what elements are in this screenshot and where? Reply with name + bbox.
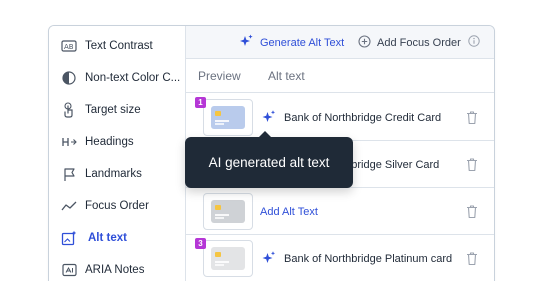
aria-note-icon bbox=[61, 262, 77, 278]
sidebar-item-landmarks[interactable]: Landmarks bbox=[49, 161, 186, 187]
sidebar-item-focus-order[interactable]: Focus Order bbox=[49, 193, 186, 219]
generate-alt-text-button[interactable]: Generate Alt Text bbox=[239, 26, 344, 59]
tab-alt-text[interactable]: Alt text bbox=[268, 59, 305, 93]
card-thumbnail[interactable] bbox=[203, 193, 253, 230]
heading-icon bbox=[61, 134, 77, 150]
color-contrast-icon bbox=[61, 70, 77, 86]
add-focus-order-label: Add Focus Order bbox=[377, 36, 461, 49]
touch-target-icon bbox=[61, 102, 77, 118]
alt-text-value[interactable]: Bank of Northbridge Credit Card bbox=[284, 94, 441, 141]
order-badge: 1 bbox=[195, 97, 206, 108]
sidebar-item-label: Headings bbox=[85, 136, 134, 148]
trash-icon[interactable] bbox=[465, 204, 479, 219]
sparkle-icon bbox=[239, 34, 254, 52]
trash-icon[interactable] bbox=[465, 251, 479, 266]
add-alt-text-link[interactable]: Add Alt Text bbox=[260, 188, 318, 235]
list-item: Add Alt Text bbox=[186, 188, 494, 235]
alt-text-value[interactable]: Bank of Northbridge Platinum card bbox=[284, 235, 452, 281]
sidebar-item-label: ARIA Notes bbox=[85, 264, 145, 276]
generate-alt-text-label: Generate Alt Text bbox=[260, 36, 345, 49]
sidebar-item-aria-notes[interactable]: ARIA Notes bbox=[49, 257, 186, 281]
sparkle-icon bbox=[261, 250, 277, 266]
sidebar-item-label: Non-text Color C... bbox=[85, 72, 181, 84]
sidebar-item-non-text-color-contrast[interactable]: Non-text Color C... bbox=[49, 65, 186, 91]
order-badge: 3 bbox=[195, 238, 206, 249]
sidebar-item-label: Text Contrast bbox=[85, 40, 153, 52]
list-item: 3 Bank of Northbridge Platinum card bbox=[186, 235, 494, 281]
sidebar-item-label: Focus Order bbox=[85, 200, 149, 212]
tab-preview[interactable]: Preview bbox=[198, 59, 241, 93]
toolbar: Generate Alt Text Add Focus Order bbox=[186, 26, 494, 59]
plus-circle-icon bbox=[358, 34, 371, 51]
sidebar-item-label: Target size bbox=[85, 104, 141, 116]
view-tabs: Preview Alt text bbox=[186, 59, 494, 93]
text-contrast-icon: AB bbox=[61, 38, 77, 54]
sidebar-item-label: Landmarks bbox=[85, 168, 142, 180]
card-thumbnail[interactable] bbox=[203, 99, 253, 136]
info-button[interactable] bbox=[468, 26, 480, 59]
add-focus-order-button[interactable]: Add Focus Order bbox=[358, 26, 461, 59]
trash-icon[interactable] bbox=[465, 110, 479, 125]
sidebar-item-label: Alt text bbox=[88, 232, 127, 244]
tooltip-text: AI generated alt text bbox=[208, 155, 330, 170]
flag-icon bbox=[61, 166, 77, 182]
sidebar-item-alt-text[interactable]: Alt text bbox=[49, 225, 186, 251]
ai-tooltip: AI generated alt text bbox=[185, 131, 353, 188]
credit-card-image bbox=[211, 200, 245, 223]
credit-card-image bbox=[211, 106, 245, 129]
svg-text:AB: AB bbox=[64, 43, 74, 51]
info-icon bbox=[468, 35, 480, 50]
sidebar-item-target-size[interactable]: Target size bbox=[49, 97, 186, 123]
card-thumbnail[interactable] bbox=[203, 240, 253, 277]
trash-icon[interactable] bbox=[465, 157, 479, 172]
credit-card-image bbox=[211, 247, 245, 270]
sidebar-item-text-contrast[interactable]: AB Text Contrast bbox=[49, 33, 186, 59]
sparkle-icon bbox=[261, 109, 277, 125]
sidebar: AB Text Contrast Non-text Color C... Tar… bbox=[49, 26, 186, 281]
image-sparkle-icon bbox=[61, 230, 77, 246]
focus-path-icon bbox=[61, 198, 77, 214]
sidebar-item-headings[interactable]: Headings bbox=[49, 129, 186, 155]
list-item: 1 Bank of Northbridge Credit Card bbox=[186, 94, 494, 141]
